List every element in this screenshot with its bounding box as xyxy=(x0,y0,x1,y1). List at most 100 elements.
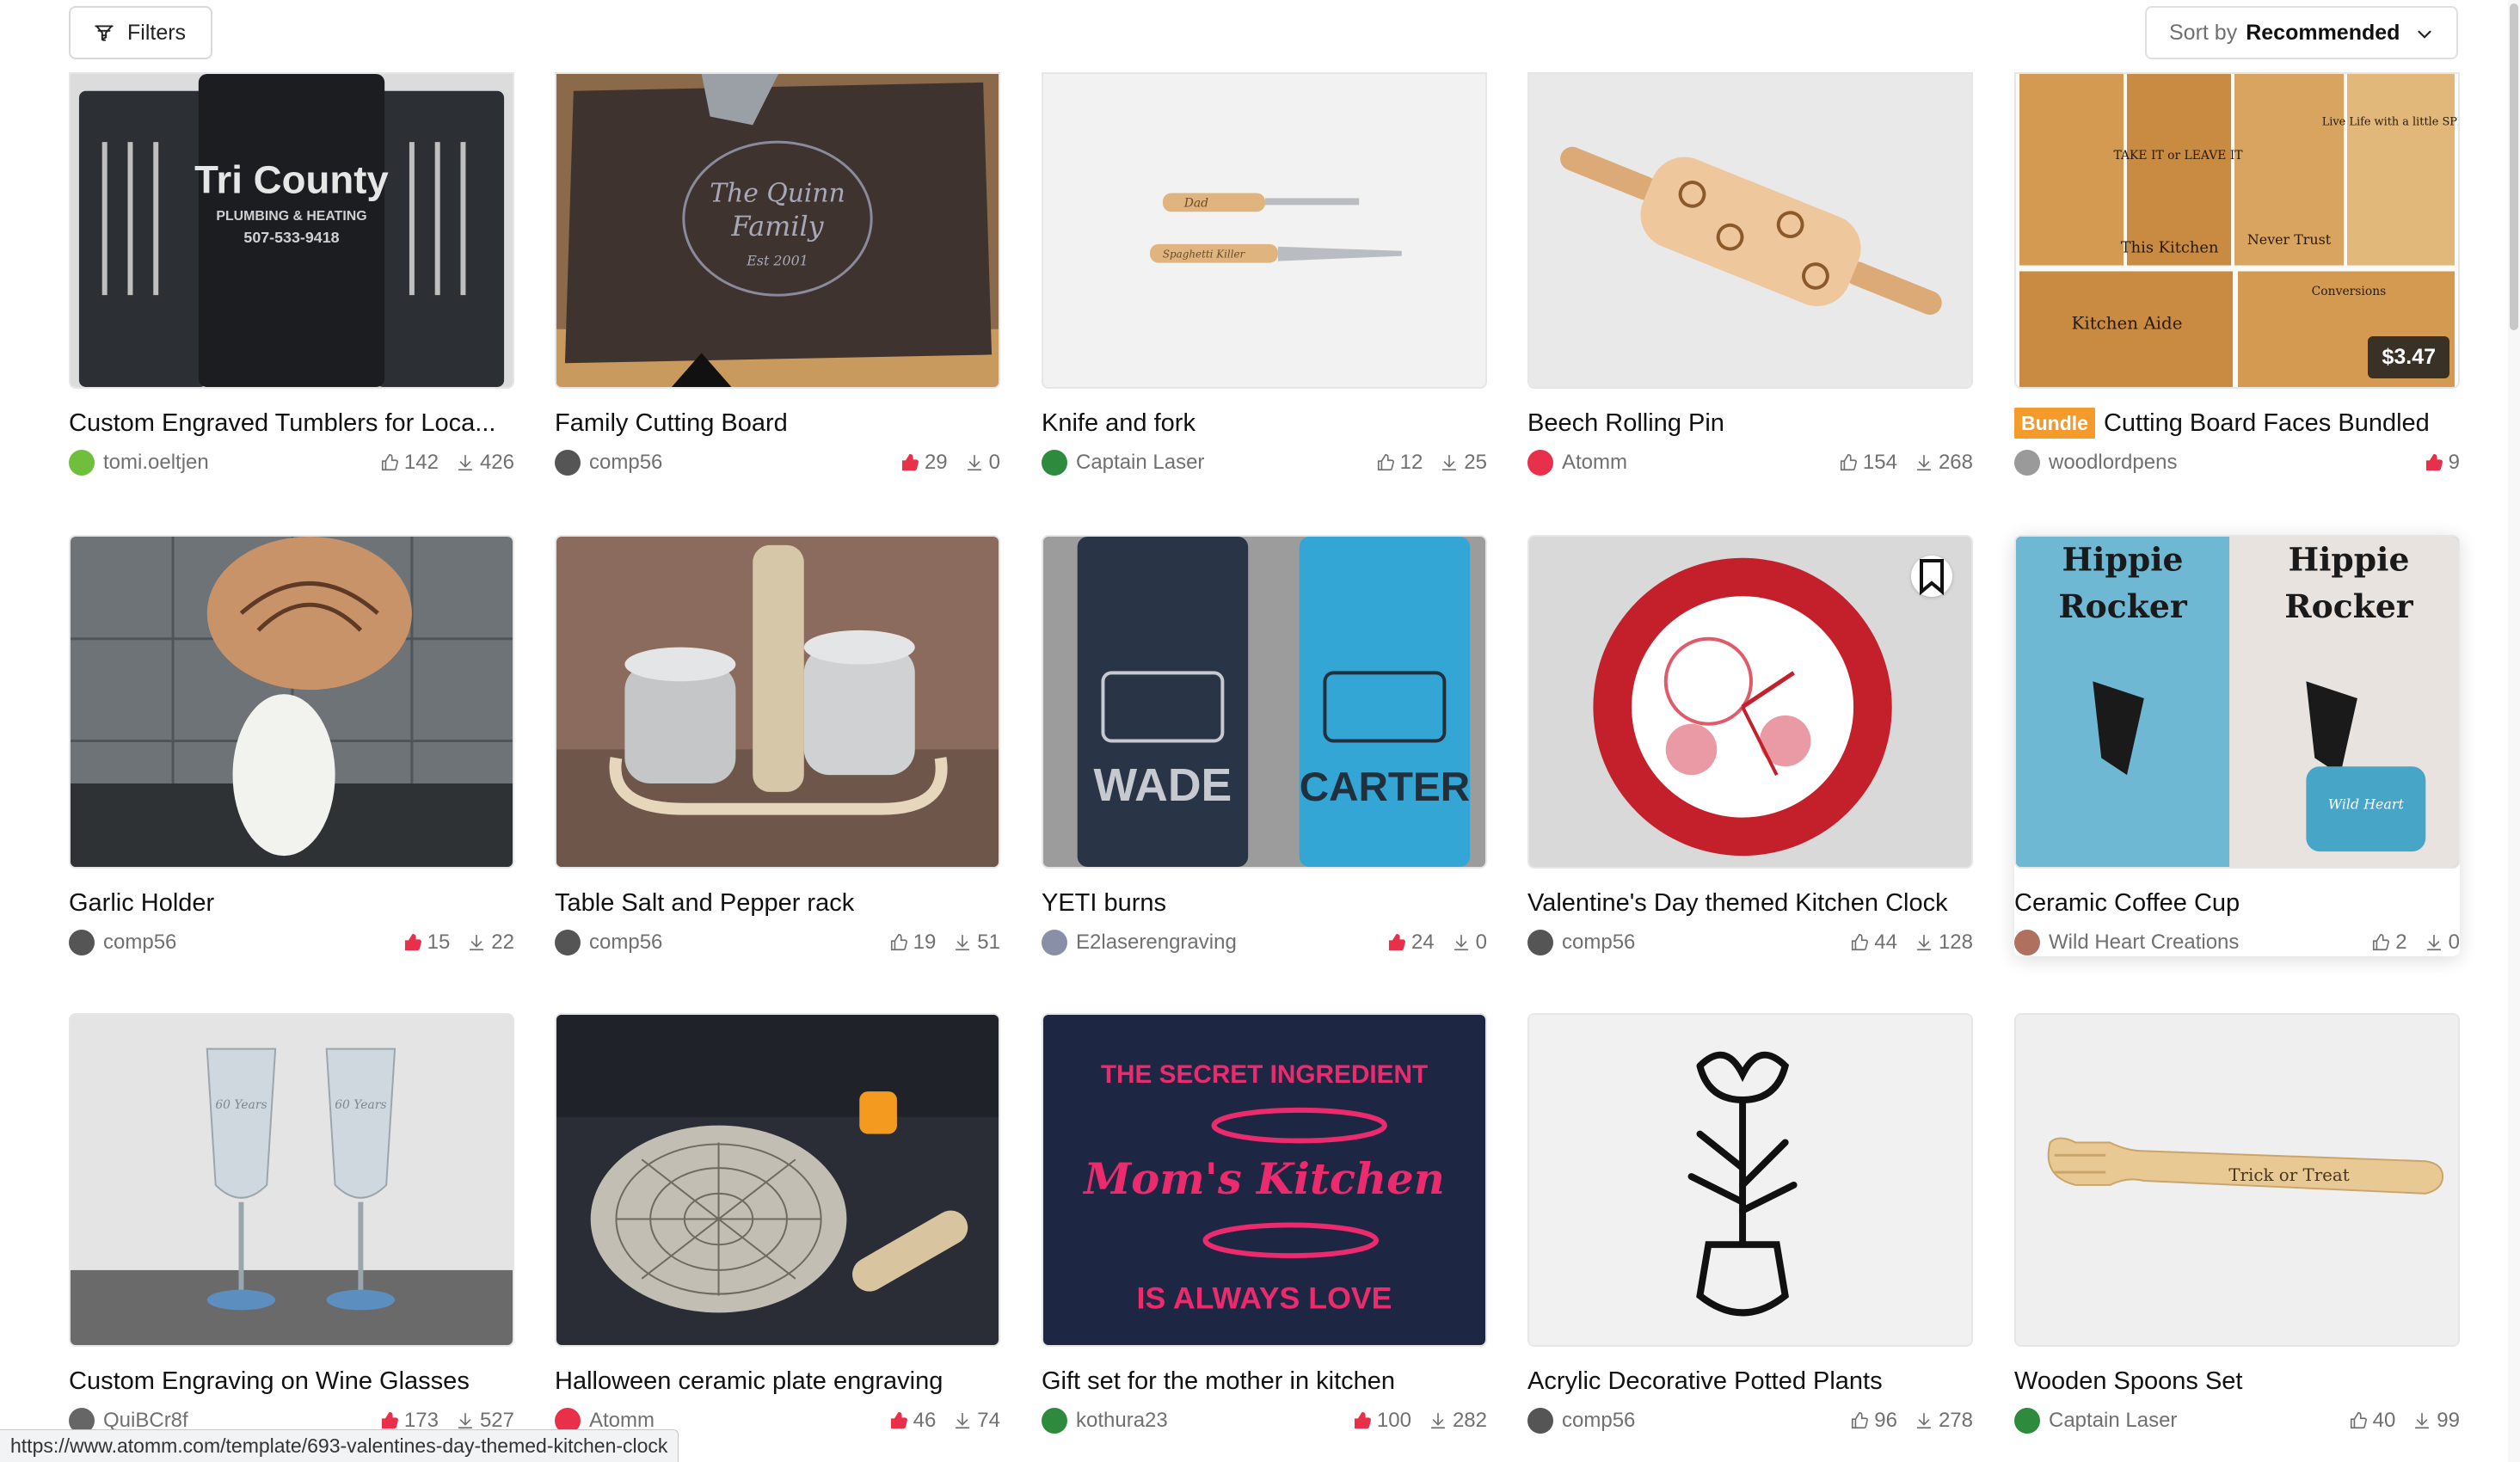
likes-stat[interactable]: 12 xyxy=(1376,451,1423,475)
avatar[interactable] xyxy=(2014,1408,2040,1434)
template-card[interactable]: Dad Spaghetti Killer Knife and fork Capt… xyxy=(1042,72,1487,476)
card-title[interactable]: Beech Rolling Pin xyxy=(1527,408,1973,439)
author-name[interactable]: comp56 xyxy=(103,931,386,955)
avatar[interactable] xyxy=(1527,1408,1553,1434)
likes-stat[interactable]: 24 xyxy=(1387,931,1435,955)
template-card[interactable]: WADE CARTER YETI burns E2laserengraving … xyxy=(1042,535,1487,956)
thumbs-up-icon xyxy=(1377,454,1394,471)
avatar[interactable] xyxy=(1042,930,1067,955)
sort-dropdown[interactable]: Sort by Recommended xyxy=(2145,6,2458,59)
template-card[interactable]: Table Salt and Pepper rack comp56 19 51 xyxy=(555,535,1000,956)
avatar[interactable] xyxy=(1527,930,1553,955)
card-title[interactable]: Wooden Spoons Set xyxy=(2014,1366,2460,1397)
scrollbar-thumb[interactable] xyxy=(2510,3,2518,330)
svg-text:Rocker: Rocker xyxy=(2284,587,2414,625)
card-title[interactable]: Halloween ceramic plate engraving xyxy=(555,1366,1000,1397)
likes-stat[interactable]: 142 xyxy=(380,451,439,475)
card-thumbnail[interactable] xyxy=(1527,72,1973,389)
template-card[interactable]: Garlic Holder comp56 15 22 xyxy=(69,535,514,956)
avatar[interactable] xyxy=(1527,450,1553,476)
downloads-stat: 74 xyxy=(953,1409,1000,1433)
template-card[interactable]: Valentine's Day themed Kitchen Clock com… xyxy=(1527,535,1973,956)
avatar[interactable] xyxy=(69,930,95,955)
download-icon xyxy=(458,1412,473,1429)
author-name[interactable]: Captain Laser xyxy=(1076,451,1359,475)
author-name[interactable]: comp56 xyxy=(1562,1409,1833,1433)
author-name[interactable]: tomi.oeltjen xyxy=(103,451,363,475)
likes-stat[interactable]: 46 xyxy=(889,1409,936,1433)
card-thumbnail[interactable]: 60 Years 60 Years xyxy=(69,1013,514,1347)
likes-stat[interactable]: 2 xyxy=(2371,931,2407,955)
likes-stat[interactable]: 100 xyxy=(1353,1409,1411,1433)
filters-button[interactable]: Filters xyxy=(69,6,212,59)
avatar[interactable] xyxy=(555,450,581,476)
template-card[interactable]: The Quinn Family Est 2001 Family Cutting… xyxy=(555,72,1000,476)
svg-text:Hippie: Hippie xyxy=(2289,541,2410,579)
likes-stat[interactable]: 9 xyxy=(2425,451,2460,475)
card-title[interactable]: Bundle Cutting Board Faces Bundled xyxy=(2014,408,2460,439)
card-thumbnail[interactable]: TAKE IT or LEAVE IT This Kitchen Live Li… xyxy=(2014,72,2460,389)
card-title[interactable]: Ceramic Coffee Cup xyxy=(2014,888,2460,918)
author-name[interactable]: comp56 xyxy=(589,931,872,955)
likes-stat[interactable]: 40 xyxy=(2349,1409,2395,1433)
avatar[interactable] xyxy=(69,450,95,476)
garlic-holder-image xyxy=(71,537,513,867)
card-thumbnail[interactable] xyxy=(555,535,1000,869)
card-thumbnail[interactable]: Trick or Treat xyxy=(2014,1013,2460,1347)
card-thumbnail[interactable] xyxy=(1527,535,1973,869)
card-thumbnail[interactable]: Tri County PLUMBING & HEATING 507-533-94… xyxy=(69,72,514,389)
card-title[interactable]: Custom Engraved Tumblers for Loca... xyxy=(69,408,514,439)
likes-stat[interactable]: 44 xyxy=(1850,931,1897,955)
scrollbar[interactable] xyxy=(2508,0,2520,1462)
likes-stat[interactable]: 154 xyxy=(1839,451,1897,475)
wooden-spoon-image: Trick or Treat xyxy=(2016,1015,2458,1345)
svg-text:Conversions: Conversions xyxy=(2312,285,2387,298)
template-card[interactable]: Tri County PLUMBING & HEATING 507-533-94… xyxy=(69,72,514,476)
likes-stat[interactable]: 19 xyxy=(889,931,936,955)
card-thumbnail[interactable]: The Quinn Family Est 2001 xyxy=(555,72,1000,389)
card-title[interactable]: Acrylic Decorative Potted Plants xyxy=(1527,1366,1973,1397)
card-title[interactable]: Table Salt and Pepper rack xyxy=(555,888,1000,918)
card-thumbnail[interactable]: Dad Spaghetti Killer xyxy=(1042,72,1487,389)
card-thumbnail[interactable] xyxy=(69,535,514,869)
card-thumbnail[interactable] xyxy=(555,1013,1000,1347)
card-thumbnail[interactable]: Hippie Rocker Hippie Rocker Wild Heart xyxy=(2014,535,2460,869)
card-title[interactable]: YETI burns xyxy=(1042,888,1487,918)
template-card[interactable]: Trick or Treat Wooden Spoons Set Captain… xyxy=(2014,1013,2460,1434)
card-title[interactable]: Gift set for the mother in kitchen xyxy=(1042,1366,1487,1397)
thumbs-up-icon xyxy=(2425,454,2443,471)
author-name[interactable]: E2laserengraving xyxy=(1076,931,1370,955)
author-name[interactable]: kothura23 xyxy=(1076,1409,1336,1433)
author-name[interactable]: Captain Laser xyxy=(2049,1409,2332,1433)
author-name[interactable]: comp56 xyxy=(1562,931,1833,955)
author-name[interactable]: Wild Heart Creations xyxy=(2049,931,2354,955)
likes-stat[interactable]: 96 xyxy=(1850,1409,1897,1433)
card-title[interactable]: Custom Engraving on Wine Glasses xyxy=(69,1366,514,1397)
template-card[interactable]: Hippie Rocker Hippie Rocker Wild Heart C… xyxy=(2014,535,2460,956)
template-card[interactable]: THE SECRET INGREDIENT Mom's Kitchen IS A… xyxy=(1042,1013,1487,1434)
author-name[interactable]: comp56 xyxy=(589,451,883,475)
template-card[interactable]: Beech Rolling Pin Atomm 154 268 xyxy=(1527,72,1973,476)
bookmark-button[interactable] xyxy=(1911,556,1952,597)
template-card[interactable]: TAKE IT or LEAVE IT This Kitchen Live Li… xyxy=(2014,72,2460,476)
card-title[interactable]: Valentine's Day themed Kitchen Clock xyxy=(1527,888,1973,918)
avatar[interactable] xyxy=(1042,1408,1067,1434)
rolling-pin-image xyxy=(1529,74,1971,387)
card-thumbnail[interactable]: THE SECRET INGREDIENT Mom's Kitchen IS A… xyxy=(1042,1013,1487,1347)
template-card[interactable]: Halloween ceramic plate engraving Atomm … xyxy=(555,1013,1000,1434)
card-title[interactable]: Garlic Holder xyxy=(69,888,514,918)
likes-stat[interactable]: 15 xyxy=(403,931,450,955)
card-title[interactable]: Family Cutting Board xyxy=(555,408,1000,439)
avatar[interactable] xyxy=(2014,930,2040,955)
avatar[interactable] xyxy=(555,930,581,955)
card-thumbnail[interactable] xyxy=(1527,1013,1973,1347)
likes-stat[interactable]: 29 xyxy=(900,451,948,475)
template-card[interactable]: Acrylic Decorative Potted Plants comp56 … xyxy=(1527,1013,1973,1434)
author-name[interactable]: woodlordpens xyxy=(2049,451,2407,475)
author-name[interactable]: Atomm xyxy=(1562,451,1822,475)
card-thumbnail[interactable]: WADE CARTER xyxy=(1042,535,1487,869)
template-card[interactable]: 60 Years 60 Years Custom Engraving on Wi… xyxy=(69,1013,514,1434)
card-title[interactable]: Knife and fork xyxy=(1042,408,1487,439)
avatar[interactable] xyxy=(1042,450,1067,476)
avatar[interactable] xyxy=(2014,450,2040,476)
